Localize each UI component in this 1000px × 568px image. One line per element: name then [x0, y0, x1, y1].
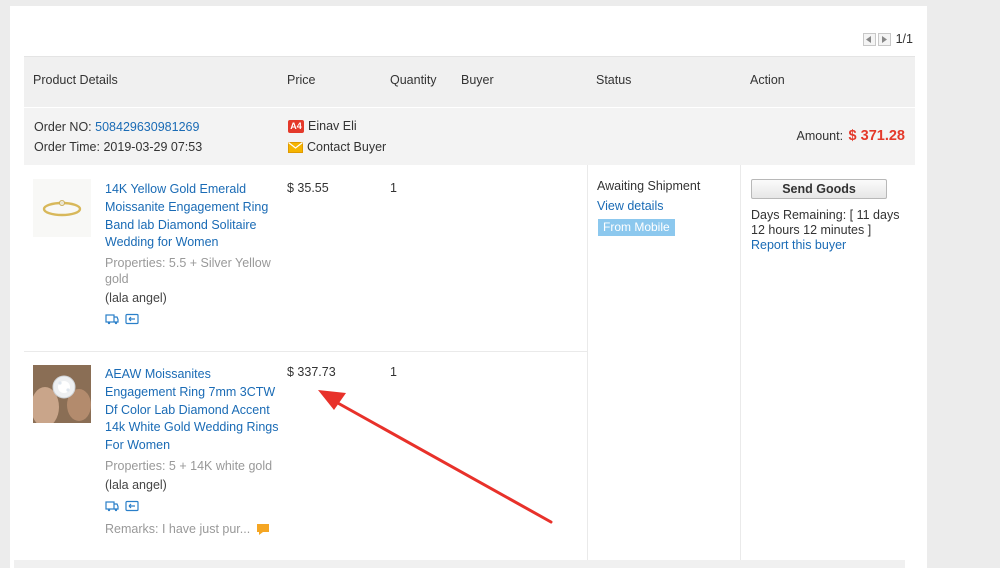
table-header: Product Details Price Quantity Buyer Sta… [24, 56, 915, 107]
send-goods-button[interactable]: Send Goods [751, 179, 887, 199]
remarks-text: Remarks: I have just pur... [105, 522, 251, 536]
product-title-link[interactable]: 14K Yellow Gold Emerald Moissanite Engag… [105, 181, 281, 252]
order-amount: Amount: $ 371.28 [797, 128, 906, 144]
product-title-link[interactable]: AEAW Moissanites Engagement Ring 7mm 3CT… [105, 366, 281, 455]
column-action: Action [750, 73, 785, 87]
next-order-strip [14, 560, 905, 568]
order-number-link[interactable]: 508429630981269 [95, 120, 199, 134]
order-time-label: Order Time: [34, 140, 100, 154]
report-buyer-link[interactable]: Report this buyer [751, 238, 846, 252]
buyer-info: A4 Einav Eli [288, 119, 357, 133]
product-properties: Properties: 5 + 14K white gold [105, 459, 273, 473]
action-column-divider [740, 165, 741, 561]
item-quantity: 1 [390, 181, 397, 195]
order-header: Order NO: 508429630981269 Order Time: 20… [24, 108, 915, 165]
column-product-details: Product Details [33, 73, 118, 87]
order-status: Awaiting Shipment [597, 179, 701, 193]
status-column-divider [587, 165, 588, 561]
refund-icon[interactable] [125, 500, 139, 512]
contact-buyer-link[interactable]: Contact Buyer [288, 140, 386, 154]
from-mobile-badge: From Mobile [598, 219, 675, 236]
contact-buyer-label: Contact Buyer [307, 140, 387, 154]
buyer-name[interactable]: Einav Eli [308, 119, 357, 133]
product-properties: Properties: 5.5 + Silver Yellow gold [105, 256, 271, 286]
shipping-icon[interactable] [105, 500, 119, 512]
next-page-button[interactable] [877, 32, 891, 46]
item-icons [105, 313, 139, 325]
item-divider [24, 351, 587, 352]
product-thumbnail[interactable] [33, 365, 91, 423]
envelope-icon [288, 141, 303, 153]
prev-page-button[interactable] [862, 32, 876, 46]
buyer-level-badge: A4 [288, 119, 304, 133]
product-thumbnail[interactable] [33, 179, 91, 237]
view-details-link[interactable]: View details [597, 199, 663, 213]
pagination: 1/1 [862, 32, 913, 46]
chevron-left-icon [866, 35, 872, 43]
store-name: (lala angel) [105, 291, 167, 305]
refund-icon[interactable] [125, 313, 139, 325]
order-items: 14K Yellow Gold Emerald Moissanite Engag… [24, 165, 915, 561]
ring-image [33, 365, 91, 423]
days-remaining: Days Remaining: [ 11 days 12 hours 12 mi… [751, 208, 900, 237]
item-price: $ 337.73 [287, 365, 336, 379]
chevron-right-icon [882, 35, 888, 43]
item-price: $ 35.55 [287, 181, 329, 195]
page-indicator: 1/1 [895, 32, 913, 46]
note-icon[interactable] [256, 523, 270, 536]
item-remarks: Remarks: I have just pur... [105, 522, 270, 536]
orders-table: Product Details Price Quantity Buyer Sta… [24, 56, 915, 561]
column-quantity: Quantity [390, 73, 437, 87]
ring-image [33, 179, 91, 237]
item-icons [105, 500, 139, 512]
amount-value: $ 371.28 [848, 128, 905, 144]
amount-label: Amount: [796, 129, 844, 143]
column-status: Status [596, 73, 632, 87]
orders-panel: 1/1 Product Details Price Quantity Buyer… [10, 6, 927, 568]
column-buyer: Buyer [461, 73, 494, 87]
order-number-row: Order NO: 508429630981269 [34, 120, 199, 134]
store-name: (lala angel) [105, 478, 167, 492]
column-price: Price [287, 73, 316, 87]
item-quantity: 1 [390, 365, 397, 379]
order-time-value: 2019-03-29 07:53 [103, 140, 203, 154]
shipping-icon[interactable] [105, 313, 119, 325]
order-number-label: Order NO: [34, 120, 92, 134]
order-time-row: Order Time: 2019-03-29 07:53 [34, 140, 202, 154]
